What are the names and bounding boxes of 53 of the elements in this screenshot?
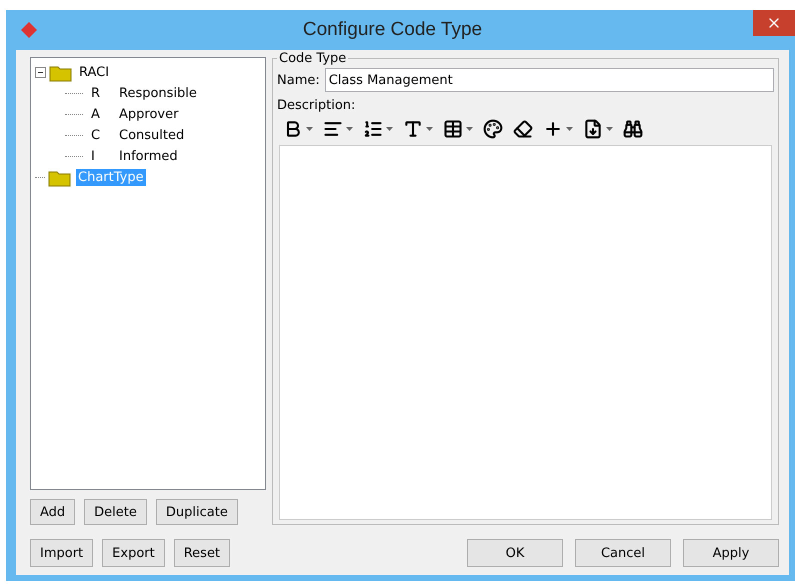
- code-letter: I: [91, 149, 96, 164]
- toolbar-button[interactable]: [513, 119, 533, 139]
- code-letter: A: [91, 107, 101, 122]
- folder-icon: [48, 168, 72, 186]
- plus-icon: [543, 119, 563, 139]
- dialog-button[interactable]: Cancel: [575, 539, 671, 567]
- tree-item[interactable]: Approver: [117, 106, 180, 123]
- tree-item[interactable]: RACI: [77, 64, 112, 81]
- code-letter: R: [91, 86, 102, 101]
- tree-item[interactable]: Responsible: [117, 85, 199, 102]
- toolbar-button[interactable]: [623, 119, 643, 139]
- font-icon: [403, 119, 423, 139]
- dialog-button[interactable]: Apply: [683, 539, 779, 567]
- dialog-button[interactable]: OK: [467, 539, 563, 567]
- window-title: Configure Code Type: [302, 19, 484, 41]
- toolbar-button[interactable]: [443, 119, 473, 139]
- toolbar-button[interactable]: [323, 119, 353, 139]
- toolbar-button[interactable]: [403, 119, 433, 139]
- eraser-icon: [513, 119, 533, 139]
- toolbar-button[interactable]: [583, 119, 613, 139]
- tree-item[interactable]: Consulted: [117, 127, 186, 144]
- action-button[interactable]: Reset: [174, 539, 230, 567]
- caret-icon: [386, 127, 393, 131]
- close-button[interactable]: [753, 10, 795, 36]
- caret-icon: [466, 127, 473, 131]
- code-letter: C: [91, 128, 102, 143]
- toolbar-button[interactable]: [543, 119, 573, 139]
- caret-icon: [346, 127, 353, 131]
- toolbar-button[interactable]: [363, 119, 393, 139]
- caret-icon: [566, 127, 573, 131]
- toolbar-button[interactable]: [483, 119, 503, 139]
- tree-button[interactable]: Add: [30, 499, 76, 525]
- app-logo-icon: [20, 21, 38, 39]
- action-button[interactable]: Export: [102, 539, 165, 567]
- caret-icon: [606, 127, 613, 131]
- document-icon: [583, 119, 603, 139]
- align-icon: [323, 119, 343, 139]
- folder-icon: [49, 64, 73, 82]
- field-label: Name:: [277, 72, 320, 88]
- tree-button[interactable]: Delete: [84, 499, 147, 525]
- caret-icon: [426, 127, 433, 131]
- collapse-icon[interactable]: [35, 67, 46, 78]
- name-field[interactable]: Class Management: [324, 68, 774, 92]
- table-icon: [443, 119, 463, 139]
- action-button[interactable]: Import: [30, 539, 94, 567]
- tree-button[interactable]: Duplicate: [156, 499, 238, 525]
- binoculars-icon: [623, 119, 643, 139]
- caret-icon: [306, 127, 313, 131]
- palette-icon: [483, 119, 503, 139]
- numbered-list-icon: [363, 119, 383, 139]
- group-title: Code Type: [278, 51, 348, 66]
- field-label: Description:: [277, 98, 356, 113]
- tree-item[interactable]: Informed: [117, 148, 180, 165]
